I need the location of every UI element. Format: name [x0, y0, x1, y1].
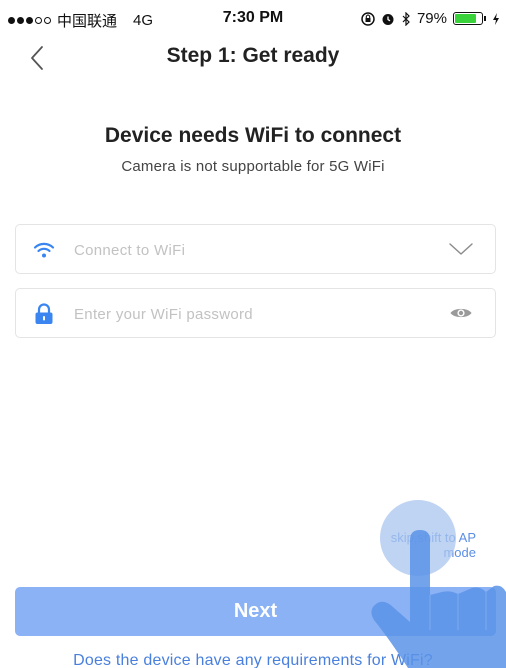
- rotation-lock-icon: [361, 11, 375, 26]
- bluetooth-icon: [402, 11, 410, 26]
- battery-fill: [455, 14, 476, 23]
- battery-percent: 79%: [416, 10, 447, 27]
- charging-icon: [493, 12, 499, 25]
- chevron-down-icon[interactable]: [447, 238, 475, 260]
- password-input[interactable]: [72, 289, 436, 339]
- skip-link-line1: skip,shift to AP: [390, 530, 476, 545]
- next-button[interactable]: Next: [15, 587, 496, 636]
- wifi-select-field[interactable]: [15, 224, 496, 275]
- wifi-requirements-link[interactable]: Does the device have any requirements fo…: [0, 652, 506, 668]
- wifi-setup-screen: 中国联通 4G 7:30 PM 79% Step 1: Get ready De…: [0, 0, 506, 668]
- status-right: 79%: [361, 10, 500, 27]
- eye-icon[interactable]: [447, 302, 475, 324]
- wifi-password-field[interactable]: [15, 288, 496, 339]
- battery-icon: [453, 12, 486, 25]
- page-title: Step 1: Get ready: [166, 44, 340, 67]
- wifi-name-input[interactable]: [72, 225, 436, 275]
- tap-hint-hand-icon: [371, 500, 506, 668]
- status-bar: 中国联通 4G 7:30 PM 79%: [0, 0, 506, 36]
- lock-icon: [32, 303, 56, 325]
- section-heading: Device needs WiFi to connect: [104, 124, 402, 147]
- alarm-icon: [382, 13, 394, 25]
- section-subheading: Camera is not supportable for 5G WiFi: [121, 158, 385, 175]
- skip-to-ap-mode-link[interactable]: skip,shift to AP mode: [391, 530, 476, 560]
- navigation-bar: Step 1: Get ready: [0, 36, 506, 76]
- skip-link-line2: mode: [443, 545, 476, 560]
- wifi-icon: [32, 239, 56, 261]
